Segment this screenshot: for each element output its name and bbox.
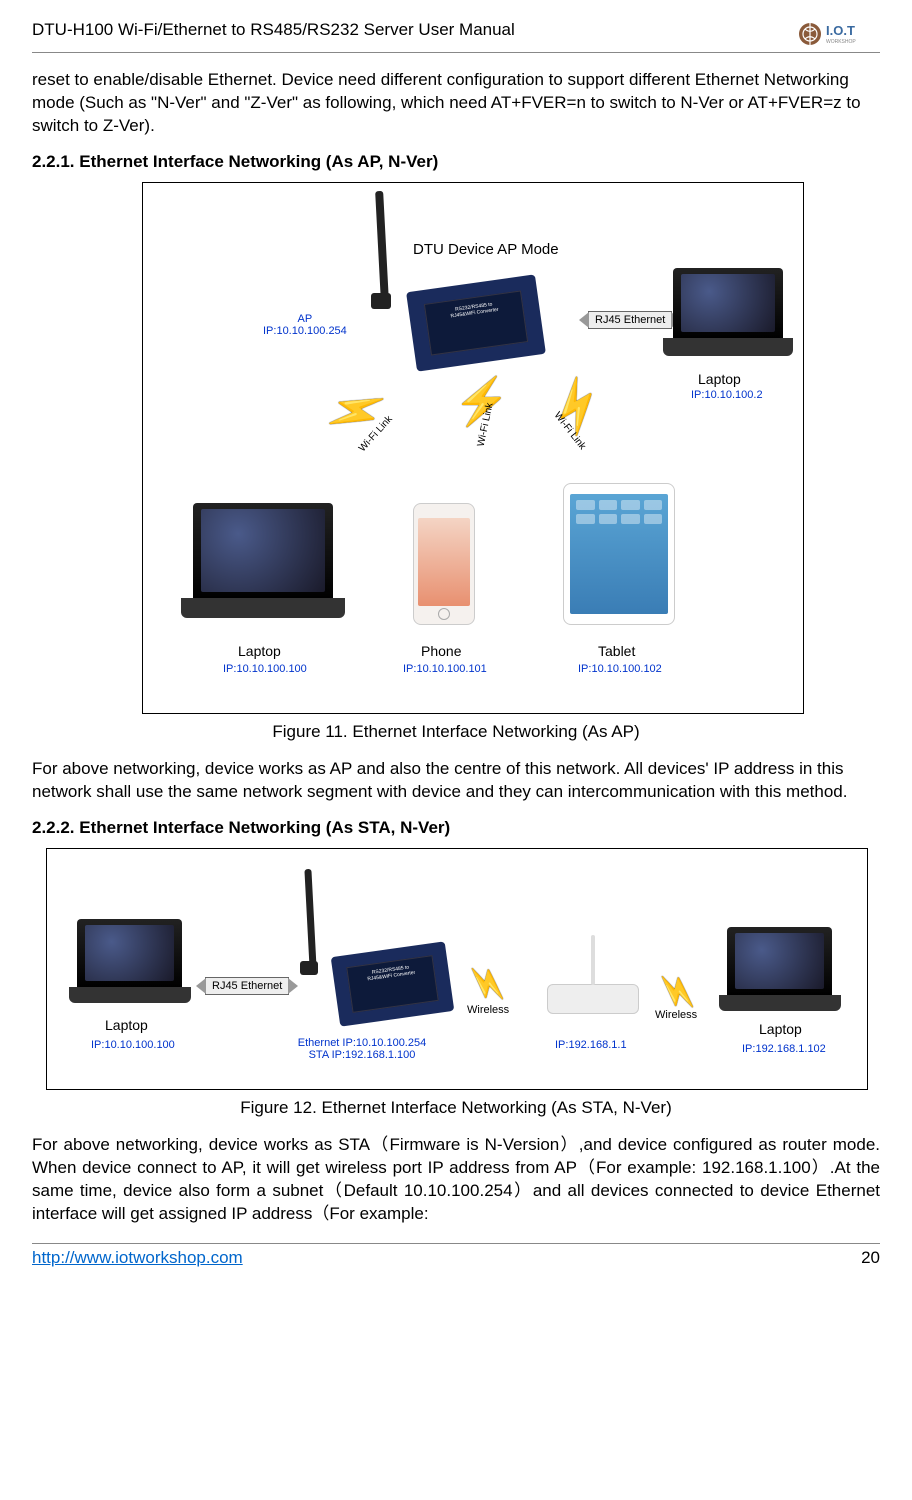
- f12-laptop-left-name: Laptop: [105, 1017, 148, 1033]
- f12-dtu-ips: Ethernet IP:10.10.100.254 STA IP:192.168…: [277, 1037, 447, 1061]
- router-antenna-icon: [591, 935, 595, 985]
- router-ip: IP:192.168.1.1: [555, 1039, 627, 1051]
- iot-logo-icon: I.O.T WORKSHOP: [796, 20, 880, 48]
- router-icon: [547, 984, 639, 1014]
- doc-title: DTU-H100 Wi-Fi/Ethernet to RS485/RS232 S…: [32, 20, 515, 40]
- phone-name: Phone: [421, 643, 461, 659]
- f12-laptop-right-ip: IP:192.168.1.102: [742, 1043, 826, 1055]
- f12-laptop-left-icon: [77, 919, 182, 987]
- laptop-left-icon: [193, 503, 333, 598]
- laptop-left-ip: IP:10.10.100.100: [223, 663, 307, 675]
- bolt-icon: ⚡: [320, 376, 393, 447]
- page-header: DTU-H100 Wi-Fi/Ethernet to RS485/RS232 S…: [32, 20, 880, 53]
- bolt-icon: ⚡: [540, 372, 613, 440]
- f12-laptop-right-icon: [727, 927, 832, 995]
- f12-antenna-base-icon: [300, 961, 318, 975]
- svg-text:I.O.T: I.O.T: [826, 23, 855, 38]
- svg-text:WORKSHOP: WORKSHOP: [826, 39, 856, 45]
- section-heading-221: 2.2.1. Ethernet Interface Networking (As…: [32, 152, 880, 172]
- footer-link[interactable]: http://www.iotworkshop.com: [32, 1248, 243, 1268]
- figure-11: DTU Device AP Mode RS232/RS485 toRJ45&Wi…: [142, 182, 804, 714]
- phone-ip: IP:10.10.100.101: [403, 663, 487, 675]
- fig11-title: DTU Device AP Mode: [413, 241, 559, 258]
- f12-rj45-arrow: RJ45 Ethernet: [205, 977, 289, 995]
- tablet-icon: [563, 483, 675, 625]
- intro-paragraph: reset to enable/disable Ethernet. Device…: [32, 69, 880, 138]
- phone-icon: [413, 503, 475, 625]
- section-221-paragraph: For above networking, device works as AP…: [32, 758, 880, 804]
- tablet-name: Tablet: [598, 643, 635, 659]
- logo: I.O.T WORKSHOP: [796, 20, 880, 48]
- f12-antenna-icon: [304, 869, 316, 969]
- ap-label: AP IP:10.10.100.254: [263, 313, 347, 337]
- tablet-ip: IP:10.10.100.102: [578, 663, 662, 675]
- laptop-right-base-icon: [663, 338, 793, 356]
- laptop-right-name: Laptop: [698, 371, 741, 387]
- figure-11-caption: Figure 11. Ethernet Interface Networking…: [32, 722, 880, 742]
- rj45-arrow: RJ45 Ethernet: [588, 311, 672, 329]
- page-number: 20: [861, 1248, 880, 1268]
- bolt-icon: ⚡: [466, 959, 510, 1009]
- laptop-right-icon: [673, 268, 783, 338]
- dtu-antenna-icon: [375, 191, 389, 301]
- antenna-base-icon: [371, 293, 391, 309]
- f12-dtu-icon: RS232/RS485 toRJ45&WiFi Converter: [331, 941, 455, 1026]
- page-footer: http://www.iotworkshop.com 20: [32, 1243, 880, 1268]
- f12-laptop-left-base-icon: [69, 987, 191, 1003]
- laptop-left-base-icon: [181, 598, 345, 618]
- figure-12-caption: Figure 12. Ethernet Interface Networking…: [32, 1098, 880, 1118]
- laptop-right-ip: IP:10.10.100.2: [691, 389, 763, 401]
- dtu-device-icon: RS232/RS485 toRJ45&WiFi Converter: [406, 274, 546, 371]
- f12-laptop-left-ip: IP:10.10.100.100: [91, 1039, 175, 1051]
- section-222-paragraph: For above networking, device works as ST…: [32, 1134, 880, 1226]
- f12-laptop-right-base-icon: [719, 995, 841, 1011]
- f12-wireless-2: Wireless: [655, 1009, 697, 1021]
- f12-laptop-right-name: Laptop: [759, 1021, 802, 1037]
- laptop-left-name: Laptop: [238, 643, 281, 659]
- section-heading-222: 2.2.2. Ethernet Interface Networking (As…: [32, 818, 880, 838]
- figure-12: Laptop IP:10.10.100.100 RJ45 Ethernet RS…: [46, 848, 868, 1090]
- f12-wireless-1: Wireless: [467, 1004, 509, 1016]
